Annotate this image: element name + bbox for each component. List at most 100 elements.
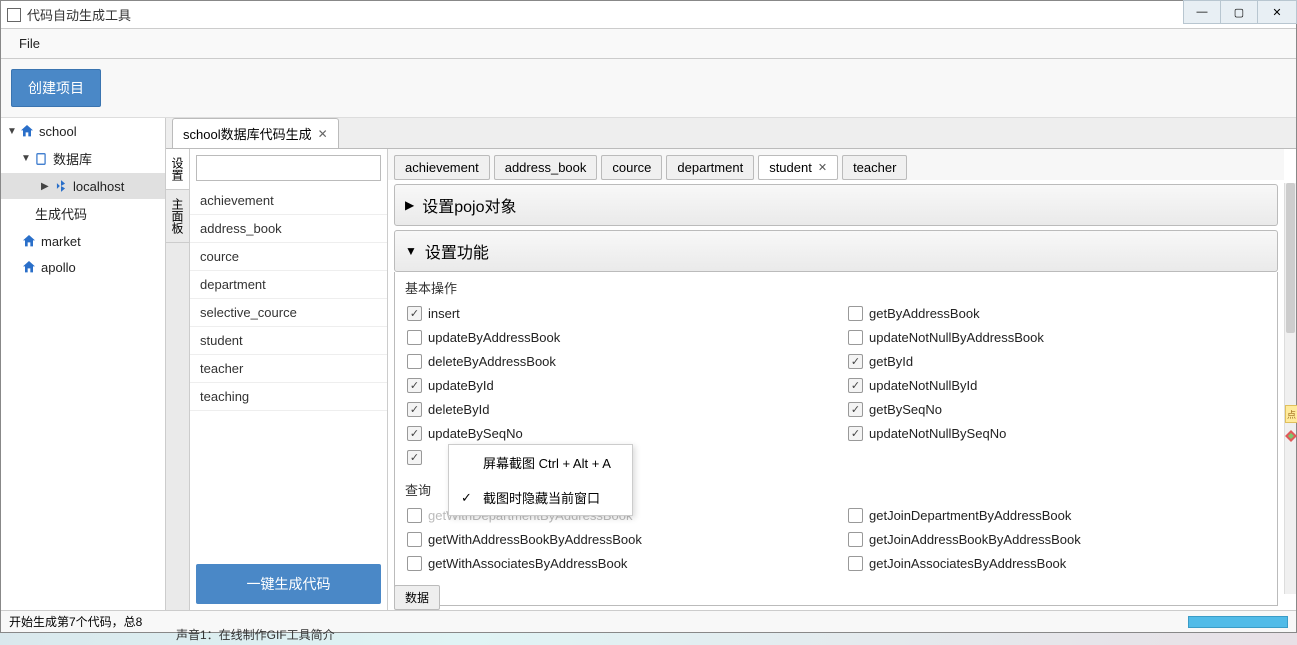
checkbox-icon[interactable] xyxy=(848,508,863,523)
close-tab-icon[interactable]: ✕ xyxy=(818,161,827,174)
create-project-button[interactable]: 创建项目 xyxy=(11,69,101,107)
tree-node-school[interactable]: ▼ school xyxy=(1,118,165,144)
table-item[interactable]: student xyxy=(190,327,387,355)
checkbox-icon[interactable] xyxy=(407,450,422,465)
accordion-header-pojo[interactable]: ▶ 设置pojo对象 xyxy=(395,185,1277,225)
checkbox-option[interactable]: getJoinAssociatesByAddressBook xyxy=(846,553,1267,574)
checkbox-icon[interactable] xyxy=(407,306,422,321)
checkbox-option[interactable]: insert xyxy=(405,303,826,324)
checkbox-option[interactable]: updateNotNullByAddressBook xyxy=(846,327,1267,348)
data-tab-button[interactable]: 数据 xyxy=(394,585,440,610)
sidebar: ▼ school ▼ 数据库 ▶ localhost 生成代码 market xyxy=(1,118,166,610)
checkbox-label: updateByAddressBook xyxy=(428,330,560,345)
tree-node-database[interactable]: ▼ 数据库 xyxy=(1,144,165,173)
close-tab-icon[interactable]: ✕ xyxy=(318,127,328,141)
checkbox-icon[interactable] xyxy=(407,330,422,345)
home-icon xyxy=(21,259,37,275)
checkbox-label: updateNotNullBySeqNo xyxy=(869,426,1006,441)
doc-tab-school[interactable]: school数据库代码生成 ✕ xyxy=(172,118,339,148)
menu-file[interactable]: File xyxy=(9,32,50,55)
checkbox-label: getWithAddressBookByAddressBook xyxy=(428,532,642,547)
section-label-basic: 基本操作 xyxy=(395,272,1277,303)
checkbox-option[interactable]: deleteById xyxy=(405,399,826,420)
scrollbar-thumb[interactable] xyxy=(1286,183,1295,333)
checkbox-option[interactable]: updateByAddressBook xyxy=(405,327,826,348)
checkbox-option[interactable]: updateById xyxy=(405,375,826,396)
checkbox-icon[interactable] xyxy=(848,330,863,345)
checkbox-icon[interactable] xyxy=(407,426,422,441)
close-button[interactable]: ✕ xyxy=(1257,0,1297,24)
checkbox-option[interactable]: getWithAssociatesByAddressBook xyxy=(405,553,826,574)
checkbox-icon[interactable] xyxy=(407,508,422,523)
collapse-arrow-icon: ▶ xyxy=(405,198,414,212)
table-item[interactable]: teacher xyxy=(190,355,387,383)
vtab-settings[interactable]: 设置 xyxy=(166,149,189,190)
checkbox-label: getJoinAssociatesByAddressBook xyxy=(869,556,1066,571)
minimize-button[interactable]: — xyxy=(1183,0,1221,24)
context-menu-screenshot[interactable]: 屏幕截图 Ctrl + Alt + A xyxy=(449,445,632,480)
search-input[interactable] xyxy=(196,155,381,181)
scrollbar[interactable] xyxy=(1284,183,1296,594)
accordion-header-func[interactable]: ▼ 设置功能 xyxy=(395,231,1277,271)
checkbox-icon[interactable] xyxy=(848,378,863,393)
checkbox-icon[interactable] xyxy=(848,402,863,417)
table-tabs: achievement address_book cource departme… xyxy=(388,149,1284,180)
table-item[interactable]: achievement xyxy=(190,187,387,215)
checkbox-icon[interactable] xyxy=(407,556,422,571)
table-item[interactable]: cource xyxy=(190,243,387,271)
menu-item-label: 截图时隐藏当前窗口 xyxy=(483,488,600,507)
generate-code-button[interactable]: 一键生成代码 xyxy=(196,564,381,604)
table-item[interactable]: selective_cource xyxy=(190,299,387,327)
context-menu-hide-window[interactable]: ✓ 截图时隐藏当前窗口 xyxy=(449,480,632,515)
dtab-address-book[interactable]: address_book xyxy=(494,155,598,180)
context-menu: 屏幕截图 Ctrl + Alt + A ✓ 截图时隐藏当前窗口 xyxy=(448,444,633,516)
dtab-achievement[interactable]: achievement xyxy=(394,155,490,180)
window-title: 代码自动生成工具 xyxy=(27,5,131,24)
table-item[interactable]: department xyxy=(190,271,387,299)
home-icon xyxy=(21,233,37,249)
vtab-main-panel[interactable]: 主面板 xyxy=(166,190,189,243)
main: school数据库代码生成 ✕ 设置 主面板 achievement addre… xyxy=(166,118,1296,610)
status-text: 开始生成第7个代码，总8 xyxy=(9,613,142,630)
tree-node-gen-code[interactable]: 生成代码 xyxy=(1,199,165,228)
detail-panel: achievement address_book cource departme… xyxy=(388,149,1296,610)
accordion-pojo: ▶ 设置pojo对象 xyxy=(394,184,1278,226)
checkbox-option[interactable]: updateBySeqNo xyxy=(405,423,826,444)
checkbox-option[interactable]: getBySeqNo xyxy=(846,399,1267,420)
checkbox-option[interactable]: deleteByAddressBook xyxy=(405,351,826,372)
edge-badge[interactable]: 点 xyxy=(1285,405,1297,423)
checkbox-option[interactable]: getByAddressBook xyxy=(846,303,1267,324)
tree-node-localhost[interactable]: ▶ localhost xyxy=(1,173,165,199)
checkbox-icon[interactable] xyxy=(848,426,863,441)
checkbox-option[interactable]: updateNotNullBySeqNo xyxy=(846,423,1267,444)
table-item[interactable]: address_book xyxy=(190,215,387,243)
checkbox-label: updateNotNullById xyxy=(869,378,977,393)
checkbox-label: getJoinAddressBookByAddressBook xyxy=(869,532,1081,547)
table-item[interactable]: teaching xyxy=(190,383,387,411)
accordion-body-func: 基本操作 insert getByAddressBook updateByAddre… xyxy=(394,272,1278,606)
checkbox-icon[interactable] xyxy=(848,556,863,571)
document-body: 设置 主面板 achievement address_book cource d… xyxy=(166,148,1296,610)
checkbox-icon[interactable] xyxy=(407,532,422,547)
checkbox-icon[interactable] xyxy=(848,354,863,369)
dtab-student[interactable]: student✕ xyxy=(758,155,838,180)
checkbox-option[interactable]: getById xyxy=(846,351,1267,372)
checkbox-option[interactable]: getJoinDepartmentByAddressBook xyxy=(846,505,1267,526)
dtab-cource[interactable]: cource xyxy=(601,155,662,180)
checkbox-option[interactable]: getWithAddressBookByAddressBook xyxy=(405,529,826,550)
dtab-teacher[interactable]: teacher xyxy=(842,155,907,180)
checkbox-icon[interactable] xyxy=(848,532,863,547)
dtab-department[interactable]: department xyxy=(666,155,754,180)
tree-node-market[interactable]: market xyxy=(1,228,165,254)
checkbox-icon[interactable] xyxy=(848,306,863,321)
tree-node-apollo[interactable]: apollo xyxy=(1,254,165,280)
checkbox-label: updateNotNullByAddressBook xyxy=(869,330,1044,345)
progress-bar xyxy=(1188,616,1288,628)
checkbox-option[interactable]: updateNotNullById xyxy=(846,375,1267,396)
maximize-button[interactable]: ▢ xyxy=(1220,0,1258,24)
checkbox-icon[interactable] xyxy=(407,378,422,393)
checkbox-icon[interactable] xyxy=(407,354,422,369)
vertical-tabs: 设置 主面板 xyxy=(166,149,190,610)
checkbox-option[interactable]: getJoinAddressBookByAddressBook xyxy=(846,529,1267,550)
checkbox-icon[interactable] xyxy=(407,402,422,417)
